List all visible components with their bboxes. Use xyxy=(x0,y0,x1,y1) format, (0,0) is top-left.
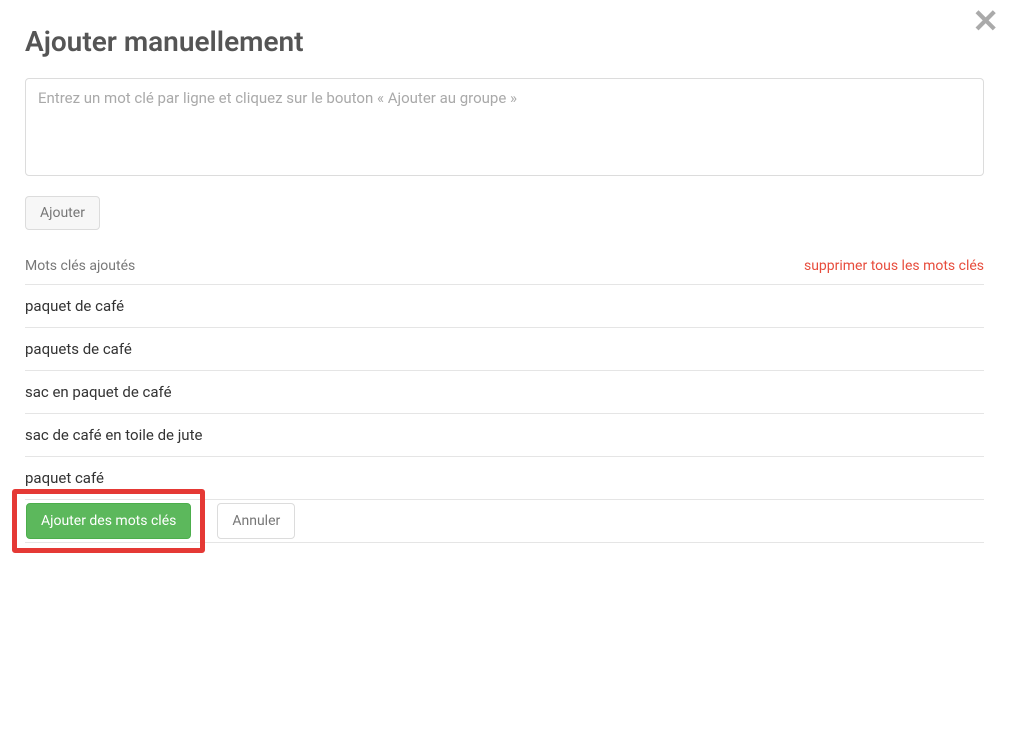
list-item: sac en paquet de café xyxy=(25,371,984,414)
list-item: sac de café en toile de jute xyxy=(25,414,984,457)
keywords-section-label: Mots clés ajoutés xyxy=(25,258,135,274)
add-keywords-modal: ✕ Ajouter manuellement Ajouter Mots clés… xyxy=(0,0,1009,563)
delete-all-keywords-link[interactable]: supprimer tous les mots clés xyxy=(804,258,984,274)
keywords-header: Mots clés ajoutés supprimer tous les mot… xyxy=(25,258,984,285)
list-item: paquet de café xyxy=(25,285,984,328)
cancel-button[interactable]: Annuler xyxy=(217,503,295,539)
modal-footer: Ajouter des mots clés Annuler xyxy=(12,489,295,553)
list-item: paquets de café xyxy=(25,328,984,371)
keyword-textarea[interactable] xyxy=(25,78,984,176)
add-button[interactable]: Ajouter xyxy=(25,196,100,230)
add-keywords-button[interactable]: Ajouter des mots clés xyxy=(26,503,191,539)
highlight-box: Ajouter des mots clés xyxy=(12,489,205,553)
modal-title: Ajouter manuellement xyxy=(25,25,984,58)
close-icon[interactable]: ✕ xyxy=(972,5,999,37)
